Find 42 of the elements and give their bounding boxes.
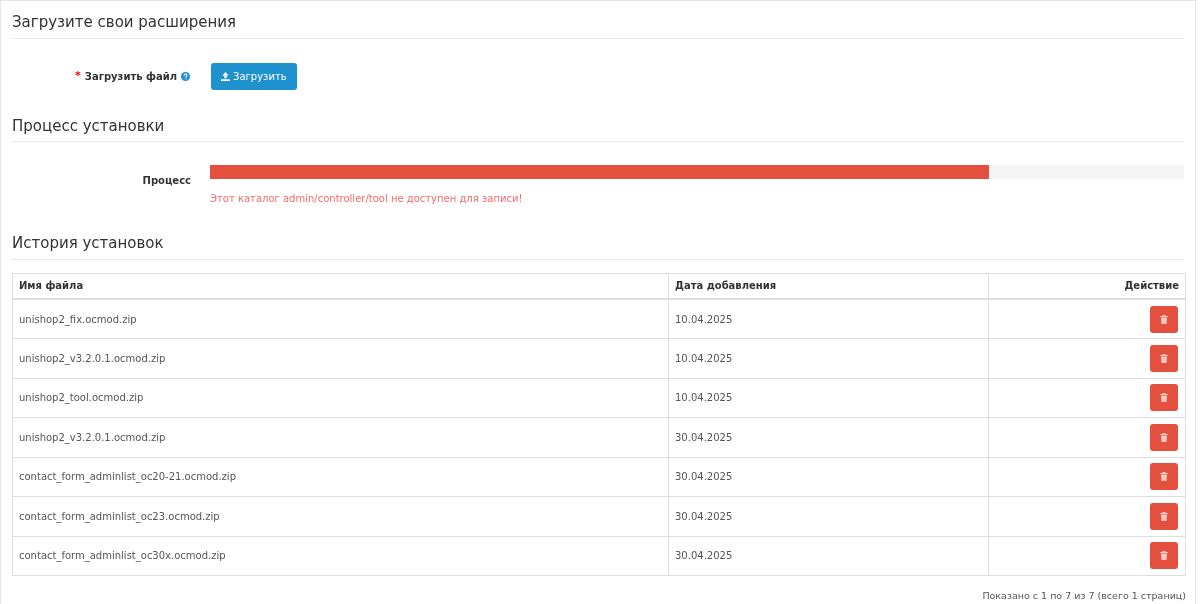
table-cell: unishop2_v3.2.0.1.ocmod.zip [12,338,669,378]
trash-icon [1160,511,1168,521]
section-title: История установок [12,232,1184,260]
section-title: Процесс установки [12,114,1184,142]
field-label: Загрузить файл [84,70,177,84]
table-cell: 30.04.2025 [668,417,989,457]
trash-icon [1160,472,1168,482]
table-cell: unishop2_fix.ocmod.zip [12,299,669,339]
delete-button[interactable] [1150,423,1178,451]
table-cell: contact_form_adminlist_oc20-21.ocmod.zip [12,457,669,497]
delete-button[interactable] [1150,305,1178,333]
table-cell: contact_form_adminlist_oc23.ocmod.zip [12,496,669,536]
table-cell: unishop2_v3.2.0.1.ocmod.zip [12,417,669,457]
trash-icon [1160,353,1168,363]
trash-icon [1160,551,1168,561]
table-cell: 10.04.2025 [668,299,989,339]
section-title: Загрузите свои расширения [12,11,1184,39]
error-message: Этот каталог admin/controller/tool не доступен для записи! [210,192,524,206]
table-cell: 30.04.2025 [668,457,989,497]
delete-button[interactable] [1150,542,1178,570]
column-header: Имя файла [12,273,669,299]
column-header: Действие [988,273,1186,299]
required-mark: * [75,68,81,85]
field-label: Процесс [142,174,191,188]
delete-button[interactable] [1150,502,1178,530]
delete-button[interactable] [1150,384,1178,412]
trash-icon [1160,432,1168,442]
table-cell: 30.04.2025 [668,536,989,576]
pagination-text: Показано с 1 по 7 из 7 (всего 1 страниц) [982,589,1186,603]
help-icon [181,72,190,81]
table-cell: 30.04.2025 [668,496,989,536]
table-cell: 10.04.2025 [668,378,989,418]
delete-button[interactable] [1150,463,1178,491]
trash-icon [1160,314,1168,324]
trash-icon [1160,393,1168,403]
table-cell: unishop2_tool.ocmod.zip [12,378,669,418]
upload-icon [221,72,230,81]
table-cell: contact_form_adminlist_oc30x.ocmod.zip [12,536,669,576]
column-header: Дата добавления [668,273,989,299]
upload-button[interactable]: Загрузить [211,63,297,90]
table-cell: 10.04.2025 [668,338,989,378]
delete-button[interactable] [1150,344,1178,372]
